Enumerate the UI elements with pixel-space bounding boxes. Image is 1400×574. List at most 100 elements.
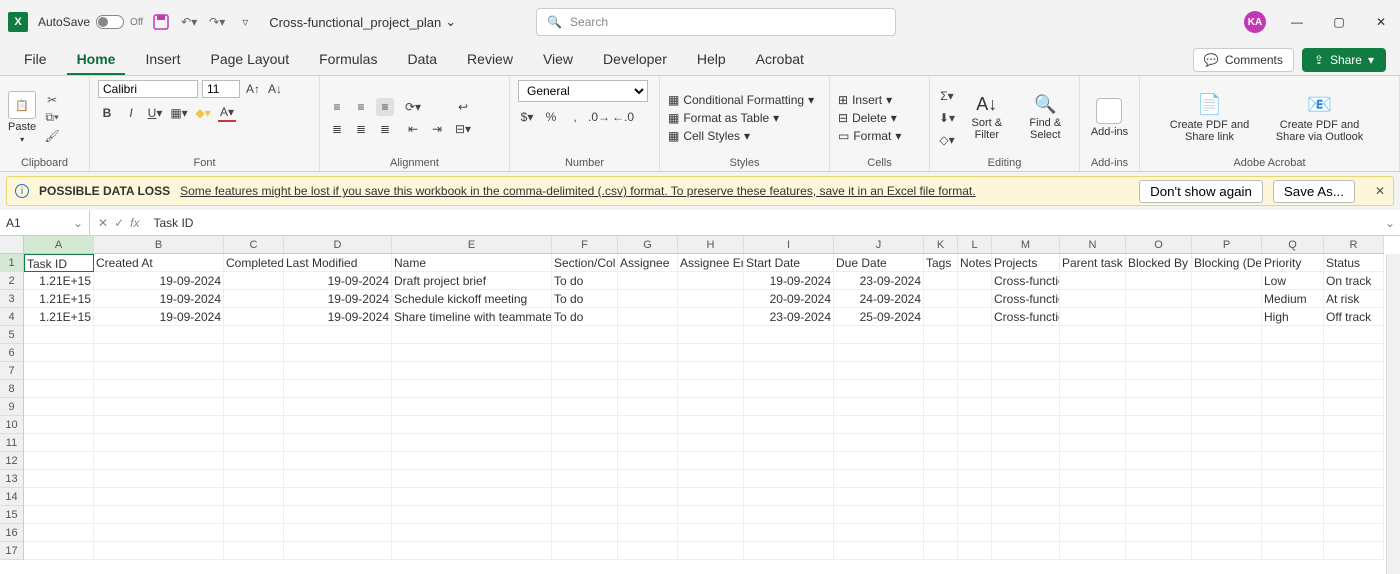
row-header-15[interactable]: 15 <box>0 506 24 524</box>
cell-L12[interactable] <box>958 452 992 470</box>
cell-B12[interactable] <box>94 452 224 470</box>
cell-P9[interactable] <box>1192 398 1262 416</box>
cell-O6[interactable] <box>1126 344 1192 362</box>
dont-show-again-button[interactable]: Don't show again <box>1139 180 1263 203</box>
cell-G16[interactable] <box>618 524 678 542</box>
cell-G11[interactable] <box>618 434 678 452</box>
cell-J3[interactable]: 24-09-2024 <box>834 290 924 308</box>
cell-I15[interactable] <box>744 506 834 524</box>
cell-A4[interactable]: 1.21E+15 <box>24 308 94 326</box>
cell-M11[interactable] <box>992 434 1060 452</box>
bold-button[interactable]: B <box>98 104 116 122</box>
clear-icon[interactable]: ◇▾ <box>938 131 956 149</box>
cell-D10[interactable] <box>284 416 392 434</box>
cell-M3[interactable]: Cross-functional project plan <box>992 290 1060 308</box>
cell-M10[interactable] <box>992 416 1060 434</box>
cell-E6[interactable] <box>392 344 552 362</box>
cell-O9[interactable] <box>1126 398 1192 416</box>
cell-G1[interactable]: Assignee <box>618 254 678 272</box>
fill-color-button[interactable]: ◆▾ <box>194 104 212 122</box>
cell-N9[interactable] <box>1060 398 1126 416</box>
cell-P5[interactable] <box>1192 326 1262 344</box>
cell-P7[interactable] <box>1192 362 1262 380</box>
cell-E15[interactable] <box>392 506 552 524</box>
cell-O11[interactable] <box>1126 434 1192 452</box>
cell-P3[interactable] <box>1192 290 1262 308</box>
cell-J16[interactable] <box>834 524 924 542</box>
cell-I8[interactable] <box>744 380 834 398</box>
user-avatar[interactable]: KA <box>1244 11 1266 33</box>
cell-J2[interactable]: 23-09-2024 <box>834 272 924 290</box>
cell-H14[interactable] <box>678 488 744 506</box>
cell-R15[interactable] <box>1324 506 1384 524</box>
row-header-9[interactable]: 9 <box>0 398 24 416</box>
cell-M1[interactable]: Projects <box>992 254 1060 272</box>
cell-O16[interactable] <box>1126 524 1192 542</box>
cell-I12[interactable] <box>744 452 834 470</box>
column-header-H[interactable]: H <box>678 236 744 254</box>
cell-C3[interactable] <box>224 290 284 308</box>
tab-view[interactable]: View <box>533 45 583 75</box>
column-header-B[interactable]: B <box>94 236 224 254</box>
cell-H8[interactable] <box>678 380 744 398</box>
cell-L8[interactable] <box>958 380 992 398</box>
cell-Q3[interactable]: Medium <box>1262 290 1324 308</box>
file-name[interactable]: Cross-functional_project_plan ⌄ <box>269 14 456 30</box>
comments-button[interactable]: 💬 Comments <box>1193 48 1294 72</box>
cell-Q12[interactable] <box>1262 452 1324 470</box>
tab-home[interactable]: Home <box>67 45 126 75</box>
decrease-font-icon[interactable]: A↓ <box>266 80 284 98</box>
align-left-icon[interactable]: ≣ <box>328 120 346 138</box>
cell-Q1[interactable]: Priority <box>1262 254 1324 272</box>
select-all-corner[interactable] <box>0 236 24 254</box>
cell-J14[interactable] <box>834 488 924 506</box>
cell-B13[interactable] <box>94 470 224 488</box>
vertical-scrollbar[interactable] <box>1386 254 1400 574</box>
cell-H5[interactable] <box>678 326 744 344</box>
column-header-N[interactable]: N <box>1060 236 1126 254</box>
cell-C5[interactable] <box>224 326 284 344</box>
cell-P6[interactable] <box>1192 344 1262 362</box>
row-header-4[interactable]: 4 <box>0 308 24 326</box>
cell-F6[interactable] <box>552 344 618 362</box>
cell-Q11[interactable] <box>1262 434 1324 452</box>
font-name-select[interactable] <box>98 80 198 98</box>
cell-H13[interactable] <box>678 470 744 488</box>
conditional-formatting-button[interactable]: ▦Conditional Formatting▾ <box>668 93 814 107</box>
cell-B5[interactable] <box>94 326 224 344</box>
cell-J15[interactable] <box>834 506 924 524</box>
cell-K8[interactable] <box>924 380 958 398</box>
cell-K9[interactable] <box>924 398 958 416</box>
cell-G15[interactable] <box>618 506 678 524</box>
search-input[interactable]: 🔍 Search <box>536 8 896 36</box>
insert-cells-button[interactable]: ⊞Insert▾ <box>838 93 901 107</box>
cell-B11[interactable] <box>94 434 224 452</box>
cell-G17[interactable] <box>618 542 678 560</box>
cell-E7[interactable] <box>392 362 552 380</box>
cell-R10[interactable] <box>1324 416 1384 434</box>
column-header-A[interactable]: A <box>24 236 94 254</box>
delete-cells-button[interactable]: ⊟Delete▾ <box>838 111 901 125</box>
cell-A7[interactable] <box>24 362 94 380</box>
cell-G6[interactable] <box>618 344 678 362</box>
cell-P11[interactable] <box>1192 434 1262 452</box>
cell-L5[interactable] <box>958 326 992 344</box>
cell-K3[interactable] <box>924 290 958 308</box>
cell-P4[interactable] <box>1192 308 1262 326</box>
cell-B16[interactable] <box>94 524 224 542</box>
create-pdf-outlook-button[interactable]: 📧 Create PDF and Share via Outlook <box>1270 92 1370 143</box>
tab-file[interactable]: File <box>14 45 57 75</box>
cell-A13[interactable] <box>24 470 94 488</box>
cell-J7[interactable] <box>834 362 924 380</box>
merge-center-icon[interactable]: ⊟▾ <box>454 120 472 138</box>
tab-insert[interactable]: Insert <box>135 45 190 75</box>
column-header-R[interactable]: R <box>1324 236 1384 254</box>
cell-F1[interactable]: Section/Col <box>552 254 618 272</box>
cell-M5[interactable] <box>992 326 1060 344</box>
cell-E5[interactable] <box>392 326 552 344</box>
cell-A9[interactable] <box>24 398 94 416</box>
row-header-7[interactable]: 7 <box>0 362 24 380</box>
cell-M13[interactable] <box>992 470 1060 488</box>
expand-formula-bar-icon[interactable]: ⌄ <box>1380 216 1400 230</box>
column-header-P[interactable]: P <box>1192 236 1262 254</box>
